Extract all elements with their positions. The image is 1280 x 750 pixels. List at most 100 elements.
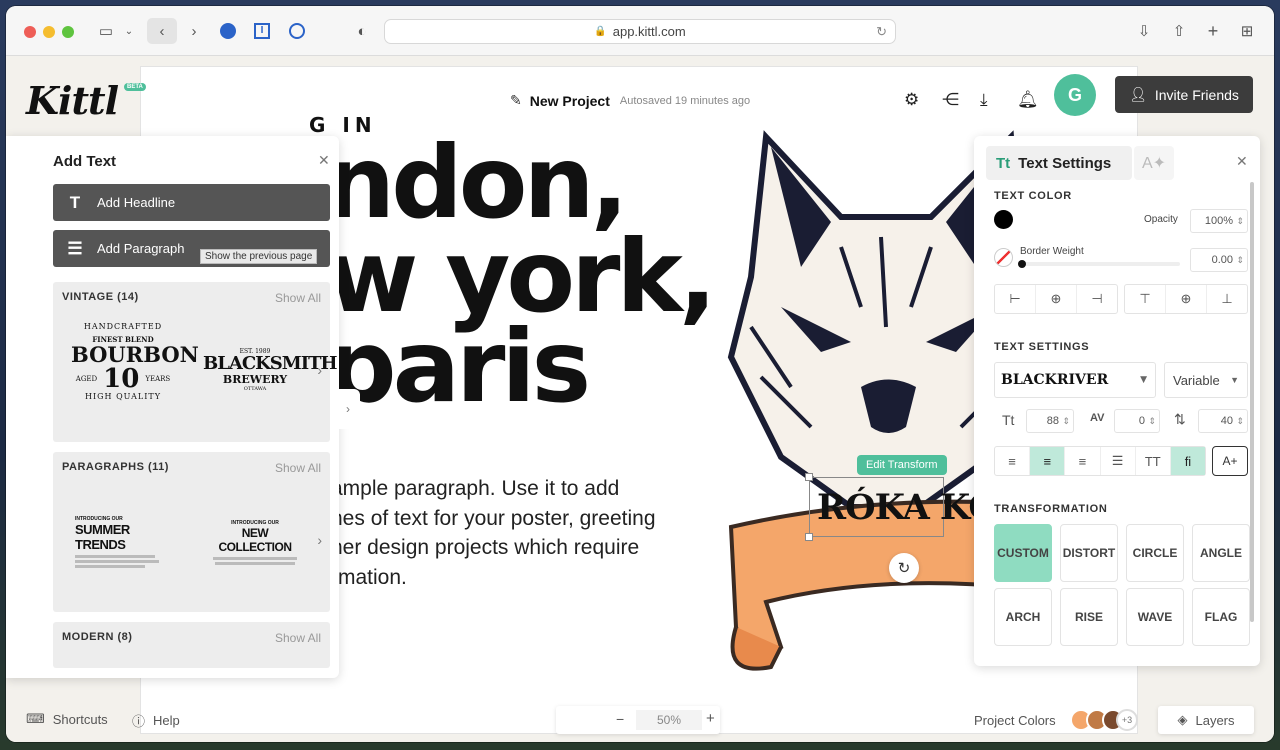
chevron-down-icon[interactable]: ⌄	[122, 20, 136, 42]
tab-ai-text[interactable]: A✦	[1134, 146, 1174, 180]
dropdown-icon: ▼	[1230, 375, 1239, 385]
zoom-value[interactable]: 50%	[636, 710, 702, 730]
align-right-icon[interactable]: ⊣	[1077, 285, 1117, 313]
tab-overview-icon[interactable]: ⊞	[1237, 20, 1257, 42]
tab-text-settings[interactable]: Tt Text Settings	[986, 146, 1132, 180]
avatar[interactable]: G	[1054, 74, 1096, 116]
transform-wave[interactable]: WAVE	[1126, 588, 1184, 646]
border-weight-input[interactable]: 0.00	[1190, 248, 1248, 272]
line-height-input[interactable]: 40	[1198, 409, 1248, 433]
align-bottom-icon[interactable]: ⊥	[1207, 285, 1247, 313]
sidebar-toggle-icon[interactable]: ▭	[94, 20, 118, 42]
shield-icon[interactable]: ◐	[352, 20, 372, 42]
font-size-input[interactable]: 88	[1026, 409, 1074, 433]
border-weight-slider[interactable]	[1018, 260, 1180, 268]
show-all-link[interactable]: Show All	[275, 631, 321, 645]
align-text-left-icon[interactable]: ≡	[995, 447, 1031, 475]
align-text-center-icon[interactable]: ≡	[1030, 447, 1066, 475]
uppercase-icon[interactable]: TT	[1136, 447, 1171, 475]
zoom-out-icon[interactable]: −	[616, 711, 624, 727]
artboard-line-3[interactable]: paris	[325, 317, 591, 417]
layers-button[interactable]: ◈ Layers	[1158, 706, 1254, 734]
align-text-right-icon[interactable]: ≡	[1065, 447, 1101, 475]
blacksmith-template[interactable]: EST. 1989 BLACKSMITH BREWERY OTTAWA	[203, 348, 338, 392]
category-title: PARAGRAPHS (11)	[62, 461, 169, 473]
new-tab-icon[interactable]: +	[1203, 20, 1223, 42]
line-height-icon: ⇅	[1174, 411, 1186, 427]
transform-flag[interactable]: FLAG	[1192, 588, 1250, 646]
zoom-in-icon[interactable]: +	[706, 710, 715, 727]
transform-arch[interactable]: ARCH	[994, 588, 1052, 646]
project-name[interactable]: New Project	[530, 93, 610, 109]
close-window-button[interactable]	[24, 26, 36, 38]
template-text: YEARS	[145, 375, 171, 383]
template-text: HANDCRAFTED	[83, 322, 163, 331]
kittl-logo[interactable]: Kittl	[26, 78, 119, 123]
autosave-status: Autosaved 19 minutes ago	[619, 94, 751, 107]
gear-icon[interactable]: ⚙	[904, 90, 919, 110]
template-text: AGED	[75, 375, 98, 383]
edit-transform-button[interactable]: Edit Transform	[857, 455, 947, 475]
address-bar[interactable]: 🔒 app.kittl.com ↻	[384, 19, 896, 44]
resize-handle[interactable]	[805, 473, 813, 481]
download-icon[interactable]: ⤓	[980, 90, 988, 110]
transform-angle[interactable]: ANGLE	[1192, 524, 1250, 582]
close-icon[interactable]: ✕	[1236, 153, 1248, 170]
minimize-window-button[interactable]	[43, 26, 55, 38]
project-title-area[interactable]: ✎ New Project Autosaved 19 minutes ago	[510, 92, 750, 109]
ligature-icon[interactable]: fi	[1170, 447, 1206, 475]
extension-i-icon[interactable]: I	[252, 20, 272, 42]
artboard-paragraph[interactable]: ample paragraph. Use it to add nes of te…	[331, 474, 691, 592]
download-icon[interactable]: ⇩	[1134, 20, 1154, 42]
horizontal-align-group: ⊢ ⊕ ⊣	[994, 284, 1118, 314]
summer-trends-template[interactable]: INTRODUCING OUR SUMMER TRENDS	[75, 516, 175, 568]
letter-spacing-icon: AV	[1090, 412, 1105, 424]
bell-icon[interactable]: 🔔︎	[1017, 90, 1039, 110]
scrollbar[interactable]	[1250, 182, 1254, 622]
resize-handle[interactable]	[805, 533, 813, 541]
letter-spacing-input[interactable]: 0	[1114, 409, 1160, 433]
align-middle-icon[interactable]: ⊕	[1166, 285, 1207, 313]
shortcuts-button[interactable]: ⌨ Shortcuts	[26, 711, 108, 727]
slider-thumb[interactable]	[1018, 260, 1026, 268]
forward-button[interactable]: ›	[184, 20, 204, 42]
new-collection-template[interactable]: INTRODUCING OUR NEW COLLECTION	[205, 520, 305, 565]
zoom-window-button[interactable]	[62, 26, 74, 38]
reload-icon[interactable]: ↻	[876, 24, 887, 40]
help-button[interactable]: ⓘ Help	[132, 711, 180, 730]
chevron-right-icon[interactable]: ›	[317, 362, 322, 378]
rotate-icon[interactable]: ↻	[889, 553, 919, 583]
more-colors-button[interactable]: +3	[1116, 709, 1138, 731]
share-icon[interactable]: ⇧	[1169, 20, 1189, 42]
collapse-panel-icon[interactable]: ›	[336, 389, 360, 429]
transform-distort[interactable]: DISTORT	[1060, 524, 1118, 582]
font-style-select[interactable]: Variable ▼	[1164, 362, 1248, 398]
extension-password-icon[interactable]	[287, 20, 307, 42]
template-text: HIGH QUALITY	[85, 392, 161, 401]
transform-circle[interactable]: CIRCLE	[1126, 524, 1184, 582]
pencil-icon[interactable]: ✎	[510, 92, 522, 109]
add-user-icon: 👤︎	[1129, 86, 1147, 102]
align-top-icon[interactable]: ⊤	[1125, 285, 1166, 313]
show-all-link[interactable]: Show All	[275, 461, 321, 475]
add-headline-button[interactable]: T Add Headline	[53, 184, 330, 221]
border-weight-label: Border Weight	[1020, 246, 1084, 257]
chevron-right-icon[interactable]: ›	[317, 532, 322, 548]
border-color-swatch[interactable]	[994, 248, 1013, 267]
align-left-icon[interactable]: ⊢	[995, 285, 1036, 313]
bourbon-template[interactable]: HANDCRAFTED FINEST BLEND BOURBON AGED 10…	[71, 322, 199, 422]
back-button[interactable]: ‹	[147, 18, 177, 44]
text-color-swatch[interactable]	[994, 210, 1013, 229]
font-features-icon[interactable]: A+	[1212, 446, 1248, 476]
invite-friends-button[interactable]: 👤︎ Invite Friends	[1115, 76, 1253, 113]
justify-icon[interactable]: ☰	[1101, 447, 1136, 475]
share-icon[interactable]: ⋲	[942, 90, 959, 110]
transform-custom[interactable]: CUSTOM	[994, 524, 1052, 582]
extension-globe-icon[interactable]	[218, 20, 238, 42]
font-select[interactable]: BLACKRIVER ▼	[994, 362, 1156, 398]
show-all-link[interactable]: Show All	[275, 291, 321, 305]
transform-rise[interactable]: RISE	[1060, 588, 1118, 646]
opacity-input[interactable]: 100%	[1190, 209, 1248, 233]
align-center-h-icon[interactable]: ⊕	[1036, 285, 1077, 313]
close-icon[interactable]: ✕	[318, 152, 330, 169]
